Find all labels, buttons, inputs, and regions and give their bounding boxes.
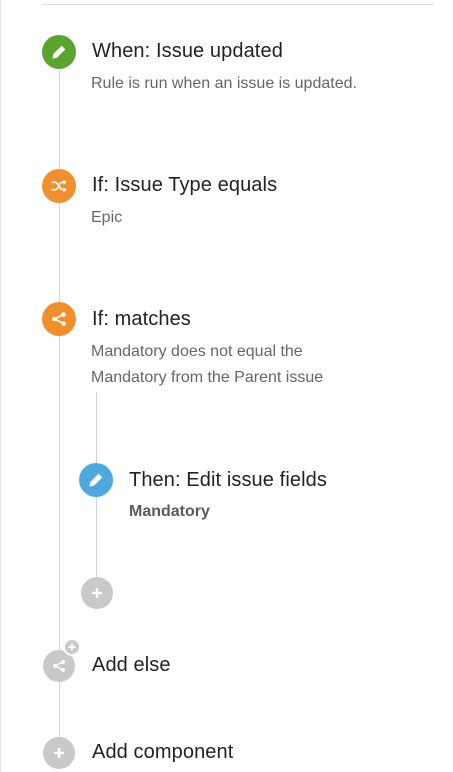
add-component-button[interactable] <box>43 737 75 769</box>
branch-icon <box>51 658 67 674</box>
issue-type-condition-description: Epic <box>91 209 123 226</box>
trigger-node <box>42 35 76 69</box>
top-divider <box>42 4 434 5</box>
edit-fields-action-node <box>79 463 113 497</box>
plus-icon <box>91 587 103 599</box>
shuffle-icon <box>50 178 68 194</box>
match-condition-node <box>42 302 76 336</box>
add-else-label[interactable]: Add else <box>92 654 171 677</box>
edit-fields-action-description: Mandatory <box>129 503 210 520</box>
branch-icon <box>50 310 68 328</box>
match-condition-title: If: matches <box>92 308 191 330</box>
pencil-icon <box>87 471 105 489</box>
match-condition-description-line1: Mandatory does not equal the <box>91 343 303 360</box>
issue-type-condition-title: If: Issue Type equals <box>92 174 278 196</box>
add-else-plus-badge <box>63 638 81 656</box>
issue-type-condition-node <box>42 169 76 203</box>
panel-left-border <box>0 0 1 772</box>
trigger-title: When: Issue updated <box>92 40 283 62</box>
plus-icon <box>68 638 76 656</box>
trigger-description: Rule is run when an issue is updated. <box>91 75 357 92</box>
edit-fields-action-title: Then: Edit issue fields <box>129 469 327 491</box>
plus-icon <box>53 747 65 759</box>
add-component-label[interactable]: Add component <box>92 741 233 764</box>
match-condition-description-line2: Mandatory from the Parent issue <box>91 369 324 386</box>
add-nested-component-button[interactable] <box>81 577 113 609</box>
pencil-icon <box>50 43 68 61</box>
